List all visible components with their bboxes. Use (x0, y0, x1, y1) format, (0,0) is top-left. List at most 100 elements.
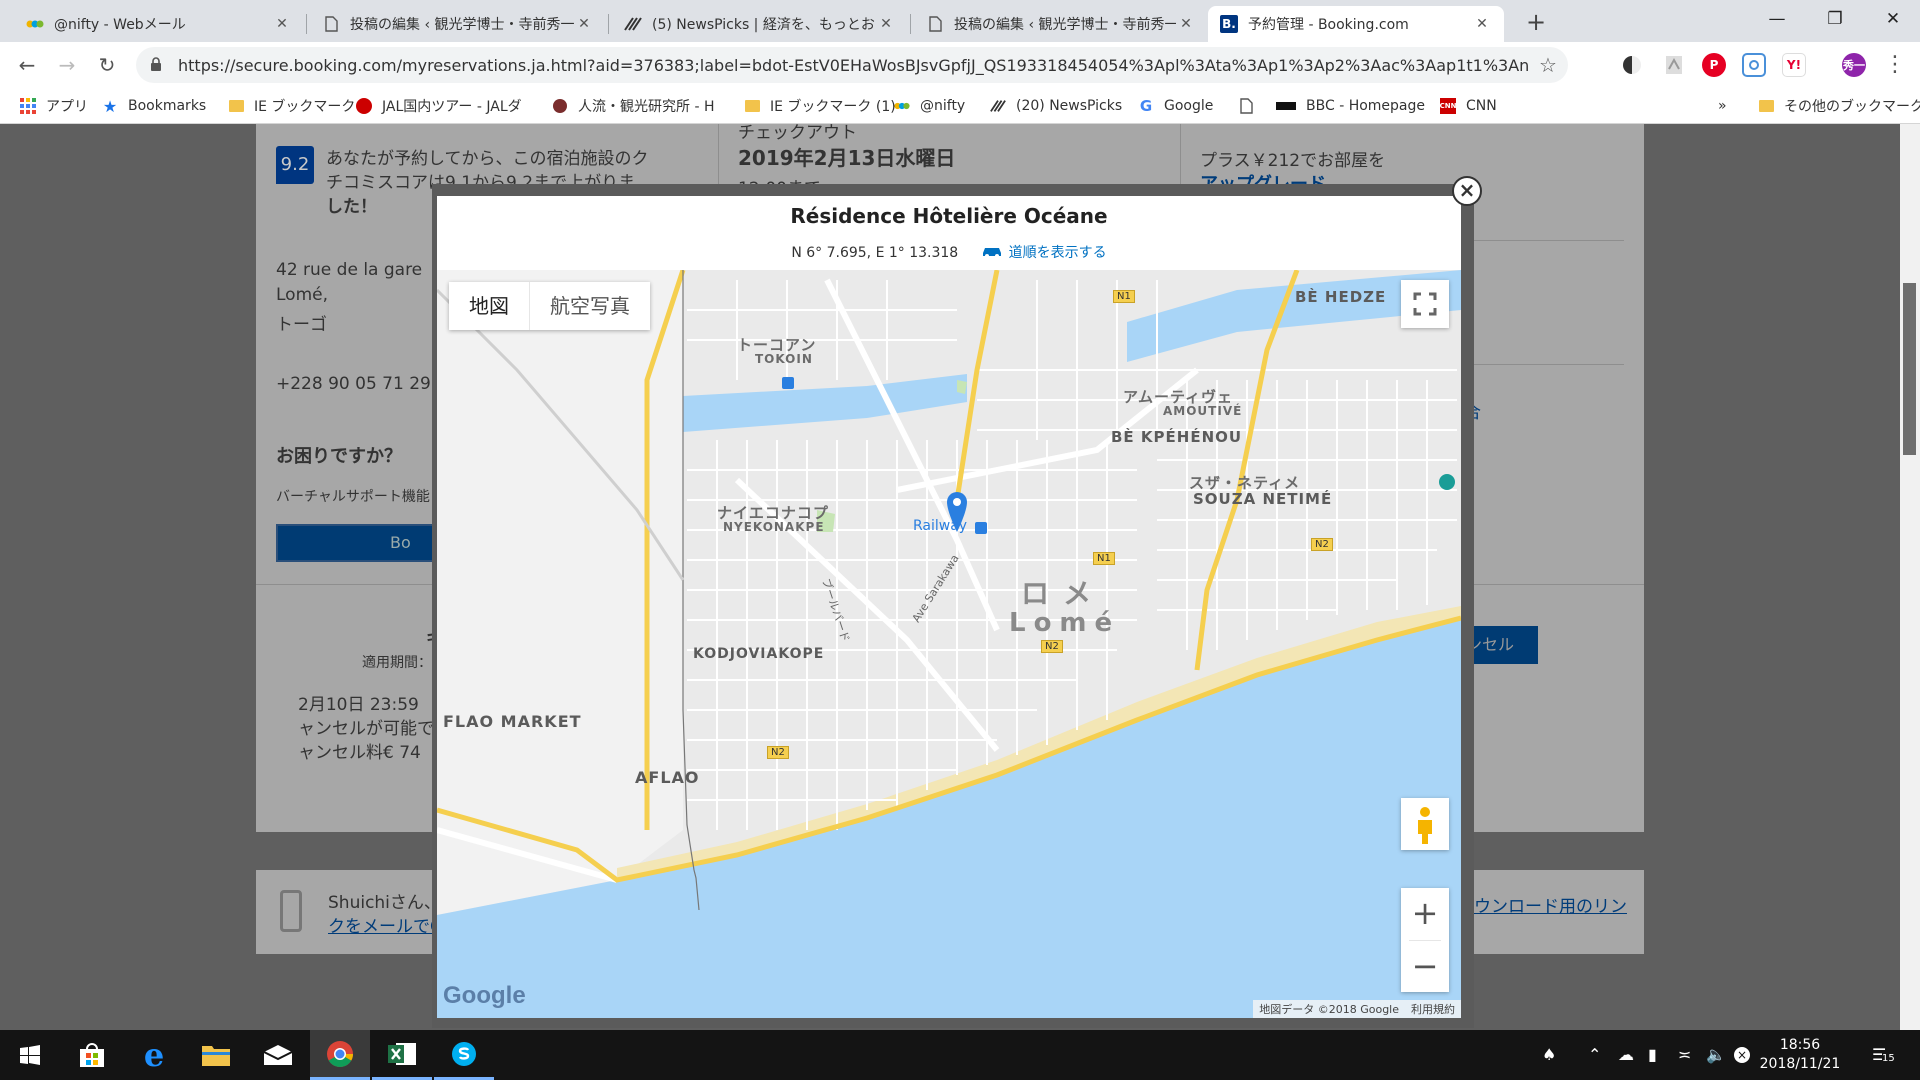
map-view[interactable]: トーコアン TOKOIN アムーティヴェ AMOUTIVÉ BÈ KPÉHÉNO… (437, 270, 1461, 1018)
tray-expand-icon[interactable]: ⌃ (1588, 1045, 1601, 1064)
address-bar[interactable]: https://secure.booking.com/myreservation… (136, 47, 1568, 83)
pdf-extension-icon[interactable] (1662, 53, 1686, 77)
store-icon (80, 1043, 104, 1067)
bookmark-newspicks[interactable]: (20) NewsPicks (990, 95, 1122, 117)
scrollbar-thumb[interactable] (1903, 283, 1916, 455)
people-icon[interactable]: ♠ (1542, 1045, 1556, 1064)
map-canvas[interactable] (437, 270, 1461, 1018)
map-label-lome-ja: ロメ (1021, 577, 1106, 610)
directions-link[interactable]: 道順を表示する (981, 245, 1107, 261)
bookmarks-bar: アプリ ★ Bookmarks IE ブックマーク JAL国内ツアー - JAL… (0, 88, 1920, 124)
map-terms-link[interactable]: 利用規約 (1405, 1001, 1461, 1017)
back-button[interactable]: ← (12, 50, 42, 80)
minimize-button[interactable]: — (1748, 0, 1806, 40)
transit-icon (782, 377, 794, 389)
taskbar-explorer[interactable] (186, 1030, 246, 1080)
bookmark-page[interactable] (1238, 95, 1264, 117)
bookmark-jal[interactable]: JAL国内ツアー - JALダ (356, 95, 528, 117)
volume-icon[interactable]: 🔈 (1706, 1045, 1726, 1064)
bookmark-ie-folder[interactable]: IE ブックマーク (228, 95, 355, 117)
tab-newspicks[interactable]: (5) NewsPicks | 経済を、もっとおもしろく ✕ (612, 6, 908, 42)
close-tab-icon[interactable]: ✕ (876, 16, 896, 32)
policy-line-3: ャンセル料€ 74 (298, 743, 421, 763)
bookmark-overflow[interactable]: » (1718, 95, 1727, 117)
bookmark-other[interactable]: その他のブックマーク (1758, 95, 1920, 117)
start-button[interactable] (0, 1030, 60, 1080)
bookmark-nifty[interactable]: @nifty (894, 95, 965, 117)
bookmark-label: Bookmarks (128, 98, 207, 114)
help-chat-button[interactable]: Bo (276, 524, 456, 562)
bookmark-apps[interactable]: アプリ (20, 95, 88, 117)
map-attribution: 地図データ ©2018 Google (1259, 1003, 1399, 1016)
close-tab-icon[interactable]: ✕ (1176, 16, 1196, 32)
bookmark-label: アプリ (46, 99, 88, 115)
close-tab-icon[interactable]: ✕ (574, 16, 594, 32)
hotel-address-line-1: 42 rue de la gare (276, 260, 423, 280)
system-clock[interactable]: 18:56 2018/11/21 (1752, 1036, 1848, 1074)
bookmark-google[interactable]: G Google (1138, 95, 1214, 117)
folder-icon (1758, 98, 1774, 114)
close-map-button[interactable]: × (1452, 176, 1482, 206)
upgrade-text: プラス￥212でお部屋を (1200, 151, 1386, 171)
restore-button[interactable]: ❐ (1806, 0, 1864, 40)
taskbar-chrome[interactable] (310, 1030, 370, 1080)
street-view-button[interactable] (1401, 798, 1449, 850)
app-text-line-2[interactable]: クをメールでG (328, 912, 443, 937)
taskbar-skype[interactable] (434, 1030, 494, 1080)
overflow-icon: » (1718, 98, 1727, 114)
yahoo-icon[interactable]: Y! (1782, 53, 1806, 77)
bookmark-star-icon[interactable]: ☆ (1528, 53, 1568, 77)
map-label-nyekonakpe: NYEKONAKPE (723, 520, 825, 534)
reload-button[interactable]: ↻ (92, 50, 122, 80)
map-type-satellite-button[interactable]: 航空写真 (529, 282, 650, 330)
coordinates-row: N 6° 7.695, E 1° 13.318 道順を表示する (437, 242, 1461, 262)
battery-icon[interactable]: ▮ (1648, 1045, 1657, 1064)
map-label-souza: SOUZA NETIMÉ (1193, 490, 1333, 508)
forward-button[interactable]: → (52, 50, 82, 80)
status-x-icon[interactable]: × (1734, 1047, 1750, 1063)
hotel-address-line-2: Lomé, (276, 285, 328, 305)
tab-booking[interactable]: B. 予約管理 - Booking.com ✕ (1208, 6, 1504, 42)
pinterest-icon[interactable]: P (1702, 53, 1726, 77)
help-button-label: Bo (390, 533, 411, 552)
nifty-icon (26, 15, 44, 33)
wifi-icon[interactable]: ≍ (1678, 1045, 1691, 1064)
close-tab-icon[interactable]: ✕ (272, 16, 292, 32)
tab-nifty[interactable]: @nifty - Webメール ✕ (14, 6, 304, 42)
hotel-name: Résidence Hôtelière Océane (790, 204, 1108, 228)
taskbar-mail[interactable] (248, 1030, 308, 1080)
zoom-in-button[interactable]: + (1401, 888, 1449, 940)
profile-avatar[interactable]: 秀一 (1842, 53, 1866, 77)
bookmark-label: IE ブックマーク (254, 99, 356, 115)
excel-icon (388, 1042, 416, 1065)
highway-shield-n2: N2 (767, 746, 789, 759)
bookmark-cnn[interactable]: CNN CNN (1440, 95, 1497, 117)
action-center-icon[interactable]: ☰ 15 (1872, 1045, 1895, 1064)
fullscreen-button[interactable] (1401, 280, 1449, 328)
map-label-aflao: AFLAO (635, 768, 700, 787)
map-type-map-button[interactable]: 地図 (449, 282, 529, 330)
new-tab-button[interactable]: + (1520, 6, 1552, 38)
camera-extension-icon[interactable] (1742, 53, 1766, 77)
onedrive-icon[interactable]: ☁ (1618, 1045, 1634, 1064)
taskbar-excel[interactable] (372, 1030, 432, 1080)
bookmark-bbc[interactable]: BBC - Homepage (1276, 95, 1425, 117)
menu-icon[interactable]: ⋮ (1880, 50, 1910, 80)
app-download-link[interactable]: ウンロード用のリン (1474, 892, 1627, 917)
taskbar-edge[interactable]: e (124, 1030, 184, 1080)
window-close-button[interactable]: ✕ (1864, 0, 1920, 40)
close-tab-icon[interactable]: ✕ (1472, 16, 1492, 32)
windows-taskbar: e ♠ ⌃ ☁ ▮ ≍ 🔈 × 18:56 2018/11/21 ☰ 15 (0, 1030, 1920, 1080)
bookmark-bookmarks[interactable]: ★ Bookmarks (102, 95, 206, 117)
tab-edit-post-2[interactable]: 投稿の編集 ‹ 観光学博士・寺前秀一 ✕ (914, 6, 1208, 42)
beach-poi-icon (1439, 474, 1455, 490)
zoom-out-button[interactable]: − (1401, 941, 1449, 993)
help-text: バーチャルサポート機能 (276, 489, 430, 505)
bookmark-ie-folder-1[interactable]: IE ブックマーク (1) (744, 95, 896, 117)
contrast-extension-icon[interactable] (1620, 53, 1644, 77)
taskbar-store[interactable] (62, 1030, 122, 1080)
tab-edit-post-1[interactable]: 投稿の編集 ‹ 観光学博士・寺前秀一 ✕ (310, 6, 606, 42)
bookmark-jinryu[interactable]: 人流・観光研究所 - H (552, 95, 720, 117)
hotel-phone: +228 90 05 71 29 (276, 374, 431, 394)
page-scrollbar[interactable] (1900, 124, 1920, 1030)
